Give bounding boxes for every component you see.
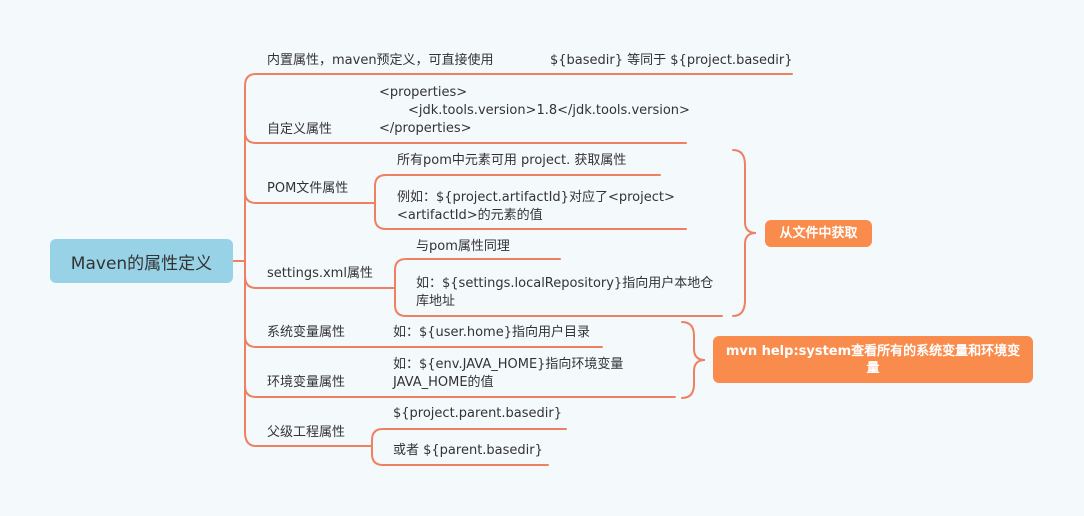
pom-item-2[interactable]: 例如：${project.artifactId}对应了<project><art… (397, 189, 683, 225)
builtin-detail[interactable]: ${basedir} 等同于 ${project.basedir} (550, 52, 793, 70)
custom-label[interactable]: 自定义属性 (267, 121, 332, 139)
parent-item-2[interactable]: 或者 ${parent.basedir} (393, 442, 543, 460)
parent-item-1[interactable]: ${project.parent.basedir} (393, 405, 562, 423)
root-node[interactable]: Maven的属性定义 (50, 239, 233, 283)
custom-line-3: </properties> (379, 121, 472, 136)
summary-mvn-help[interactable]: mvn help:system查看所有的系统变量和环境变量 (713, 336, 1033, 383)
summary-from-file[interactable]: 从文件中获取 (765, 220, 872, 247)
custom-line-2: <jdk.tools.version>1.8</jdk.tools.versio… (408, 103, 690, 118)
pom-item-1[interactable]: 所有pom中元素可用 project. 获取属性 (397, 152, 626, 170)
pom-label[interactable]: POM文件属性 (267, 180, 348, 198)
brace-from-file (732, 149, 757, 317)
brace-mvn-help (681, 321, 706, 399)
system-label[interactable]: 系统变量属性 (267, 324, 345, 342)
system-detail[interactable]: 如：${user.home}指向用户目录 (393, 324, 590, 342)
env-detail[interactable]: 如：${env.JAVA_HOME}指向环境变量JAVA_HOME的值 (393, 356, 673, 392)
parent-label[interactable]: 父级工程属性 (267, 424, 345, 442)
settings-item-1[interactable]: 与pom属性同理 (416, 238, 510, 256)
settings-item-2[interactable]: 如：${settings.localRepository}指向用户本地仓库地址 (416, 275, 720, 311)
builtin-label[interactable]: 内置属性，maven预定义，可直接使用 (267, 52, 494, 70)
custom-line-1: <properties> (379, 85, 468, 100)
settings-label[interactable]: settings.xml属性 (267, 265, 373, 283)
env-label[interactable]: 环境变量属性 (267, 374, 345, 392)
